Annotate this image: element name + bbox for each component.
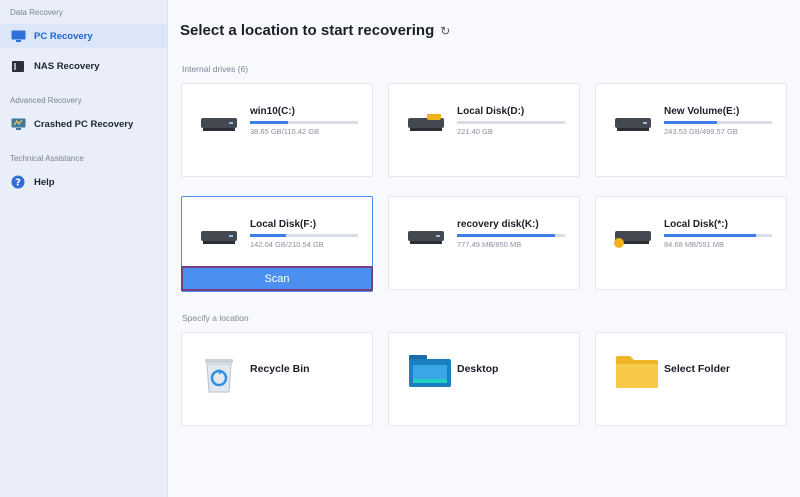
monitor-icon [10, 29, 26, 43]
drive-size: 142.04 GB/210.54 GB [250, 240, 324, 249]
locked-drive-icon [407, 98, 447, 155]
drive-name: New Volume(E:) [664, 106, 740, 117]
usage-fill [664, 121, 717, 124]
drive-size: 84.68 MB/551 MB [664, 240, 725, 249]
sidebar: Data Recovery PC Recovery NAS Recovery A… [0, 0, 168, 497]
drive-icon [614, 114, 654, 155]
drive-card[interactable]: win10(C:) 38.65 GB/110.42 GB [181, 83, 373, 177]
page-title-row: Select a location to start recovering ↻ [180, 22, 450, 39]
sidebar-item-label: Help [34, 176, 55, 188]
drive-card[interactable]: New Volume(E:) 243.53 GB/499.57 GB [595, 83, 787, 177]
usage-fill [664, 234, 756, 237]
drive-size: 38.65 GB/110.42 GB [250, 127, 320, 136]
sidebar-item-pc-recovery[interactable]: PC Recovery [0, 24, 167, 48]
usage-bar [250, 234, 358, 237]
internal-drives-label: Internal drives (6) [182, 64, 249, 74]
section-data-recovery: Data Recovery [10, 8, 63, 17]
desktop-icon [409, 355, 451, 394]
svg-text:?: ? [15, 178, 21, 189]
sidebar-item-crashed-pc-recovery[interactable]: Crashed PC Recovery [0, 112, 167, 136]
help-icon: ? [10, 175, 26, 189]
usage-bar [457, 121, 565, 124]
drive-name: Local Disk(*:) [664, 219, 728, 230]
location-name: Select Folder [664, 363, 730, 375]
usage-fill [250, 121, 288, 124]
drive-name: recovery disk(K:) [457, 219, 539, 230]
main-panel: Select a location to start recovering ↻ … [168, 0, 800, 497]
recycle-bin-icon [202, 355, 236, 400]
windows-drive-icon [200, 98, 240, 155]
drive-warning-icon [614, 227, 654, 268]
sidebar-item-nas-recovery[interactable]: NAS Recovery [0, 54, 167, 78]
section-advanced-recovery: Advanced Recovery [10, 96, 82, 105]
sidebar-item-label: Crashed PC Recovery [34, 118, 134, 130]
location-name: Desktop [457, 363, 499, 375]
usage-fill [457, 234, 556, 237]
crashed-pc-icon [10, 117, 26, 131]
usage-bar [664, 234, 772, 237]
sidebar-item-label: NAS Recovery [34, 60, 100, 72]
usage-bar [457, 234, 565, 237]
sidebar-item-help[interactable]: ? Help [0, 170, 167, 194]
drive-card[interactable]: recovery disk(K:) 777.49 MB/850 MB [388, 196, 580, 290]
nas-icon [10, 59, 26, 73]
drive-name: Local Disk(D:) [457, 106, 525, 117]
location-card-recycle-bin[interactable]: Recycle Bin [181, 332, 373, 426]
drive-name: win10(C:) [250, 106, 295, 117]
drive-icon [407, 227, 447, 268]
refresh-icon[interactable]: ↻ [440, 24, 450, 38]
drive-size: 221.40 GB [457, 127, 493, 136]
drive-name: Local Disk(F:) [250, 219, 317, 230]
section-technical-assistance: Technical Assistance [10, 154, 84, 163]
specify-location-label: Specify a location [182, 313, 249, 323]
folder-icon [616, 355, 658, 394]
scan-button[interactable]: Scan [181, 266, 373, 291]
usage-bar [250, 121, 358, 124]
sidebar-item-label: PC Recovery [34, 30, 93, 42]
drive-card[interactable]: Local Disk(D:) 221.40 GB [388, 83, 580, 177]
drive-icon [200, 227, 240, 268]
location-card-select-folder[interactable]: Select Folder [595, 332, 787, 426]
usage-bar [664, 121, 772, 124]
page-title: Select a location to start recovering [180, 22, 435, 39]
location-card-desktop[interactable]: Desktop [388, 332, 580, 426]
usage-fill [250, 234, 286, 237]
drive-card[interactable]: Local Disk(*:) 84.68 MB/551 MB [595, 196, 787, 290]
drive-size: 243.53 GB/499.57 GB [664, 127, 738, 136]
location-name: Recycle Bin [250, 363, 310, 375]
drive-size: 777.49 MB/850 MB [457, 240, 522, 249]
